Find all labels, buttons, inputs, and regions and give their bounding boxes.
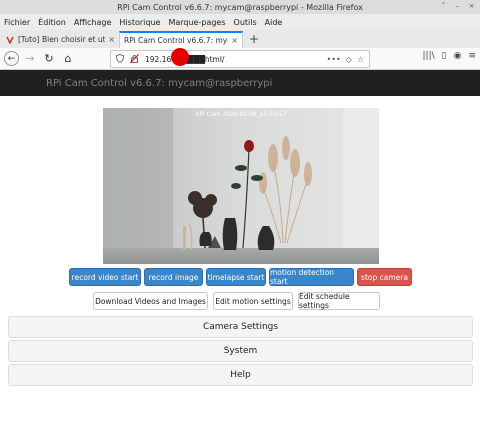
home-icon[interactable]: ⌂: [60, 51, 76, 67]
hamburger-menu-icon[interactable]: ≡: [468, 51, 476, 61]
motion-detection-start-button[interactable]: motion detection start: [269, 268, 354, 286]
menu-fichier[interactable]: Fichier: [0, 18, 34, 27]
page-actions-icon[interactable]: •••: [327, 55, 341, 64]
window-title: RPi Cam Control v6.6.7: mycam@raspberryp…: [117, 2, 363, 12]
camera-image: [103, 108, 379, 264]
camera-settings-section[interactable]: Camera Settings: [8, 316, 473, 338]
menu-affichage[interactable]: Affichage: [70, 18, 116, 27]
control-buttons: record video start record image timelaps…: [69, 268, 412, 286]
window-titlebar: RPi Cam Control v6.6.7: mycam@raspberryp…: [0, 0, 480, 14]
tab-label: RPi Cam Control v6.6.7: mycam: [124, 36, 228, 45]
site-header: RPi Cam Control v6.6.7: mycam@raspberryp…: [0, 70, 480, 96]
help-section[interactable]: Help: [8, 364, 473, 386]
forward-icon[interactable]: →: [22, 51, 38, 67]
window-controls: ˄ – ×: [438, 1, 477, 12]
tab-tuto[interactable]: [Tuto] Bien choisir et utilise ×: [2, 31, 119, 48]
sidebar-icon[interactable]: ▯: [442, 51, 447, 61]
site-favicon-icon: [6, 36, 14, 45]
insecure-lock-icon: [130, 53, 140, 65]
timelapse-start-button[interactable]: timelapse start: [206, 268, 266, 286]
library-icon[interactable]: |||\: [423, 51, 435, 61]
new-tab-button[interactable]: +: [243, 31, 265, 48]
edit-motion-settings-button[interactable]: Edit motion settings: [213, 292, 293, 310]
close-tab-icon[interactable]: ×: [231, 36, 238, 45]
record-video-start-button[interactable]: record video start: [69, 268, 141, 286]
stop-camera-button[interactable]: stop camera: [357, 268, 412, 286]
record-image-button[interactable]: record image: [144, 268, 203, 286]
camera-preview[interactable]: RPi Cam 2020.02.08_10:53:57: [103, 108, 379, 264]
bookmark-star-icon[interactable]: ☆: [357, 55, 364, 64]
close-tab-icon[interactable]: ×: [108, 35, 115, 44]
tab-rpi-cam[interactable]: RPi Cam Control v6.6.7: mycam ×: [119, 31, 243, 48]
tracking-shield-icon: [116, 53, 126, 65]
close-window-icon[interactable]: ×: [466, 1, 477, 12]
preview-timestamp: RPi Cam 2020.02.08_10:53:57: [195, 111, 287, 118]
reload-icon[interactable]: ↻: [41, 51, 57, 67]
download-videos-images-button[interactable]: Download Videos and Images: [93, 292, 208, 310]
menu-historique[interactable]: Historique: [115, 18, 164, 27]
redaction-marker: [171, 48, 189, 66]
menu-marque-pages[interactable]: Marque-pages: [164, 18, 229, 27]
back-icon[interactable]: ←: [4, 51, 19, 66]
link-buttons: Download Videos and Images Edit motion s…: [93, 292, 380, 310]
url-bar[interactable]: 192.168█████html/ ••• ◇ ☆: [110, 50, 370, 68]
pocket-icon[interactable]: ◇: [346, 55, 352, 64]
site-title: RPi Cam Control v6.6.7: mycam@raspberryp…: [46, 77, 273, 89]
system-section[interactable]: System: [8, 340, 473, 362]
maximize-icon[interactable]: ˄: [438, 1, 449, 12]
menu-aide[interactable]: Aide: [261, 18, 287, 27]
menubar: Fichier Édition Affichage Historique Mar…: [0, 14, 480, 30]
tab-label: [Tuto] Bien choisir et utilise: [18, 35, 106, 44]
account-icon[interactable]: ◉: [454, 51, 462, 61]
minimize-icon[interactable]: –: [452, 1, 463, 12]
navigation-bar: ← → ↻ ⌂ 192.168█████html/ ••• ◇ ☆ |||\ ▯…: [0, 48, 480, 70]
menu-outils[interactable]: Outils: [230, 18, 261, 27]
edit-schedule-settings-button[interactable]: Edit schedule settings: [298, 292, 380, 310]
tab-bar: [Tuto] Bien choisir et utilise × RPi Cam…: [0, 30, 480, 48]
menu-edition[interactable]: Édition: [34, 18, 70, 27]
toolbar-right: |||\ ▯ ◉ ≡: [423, 51, 477, 61]
